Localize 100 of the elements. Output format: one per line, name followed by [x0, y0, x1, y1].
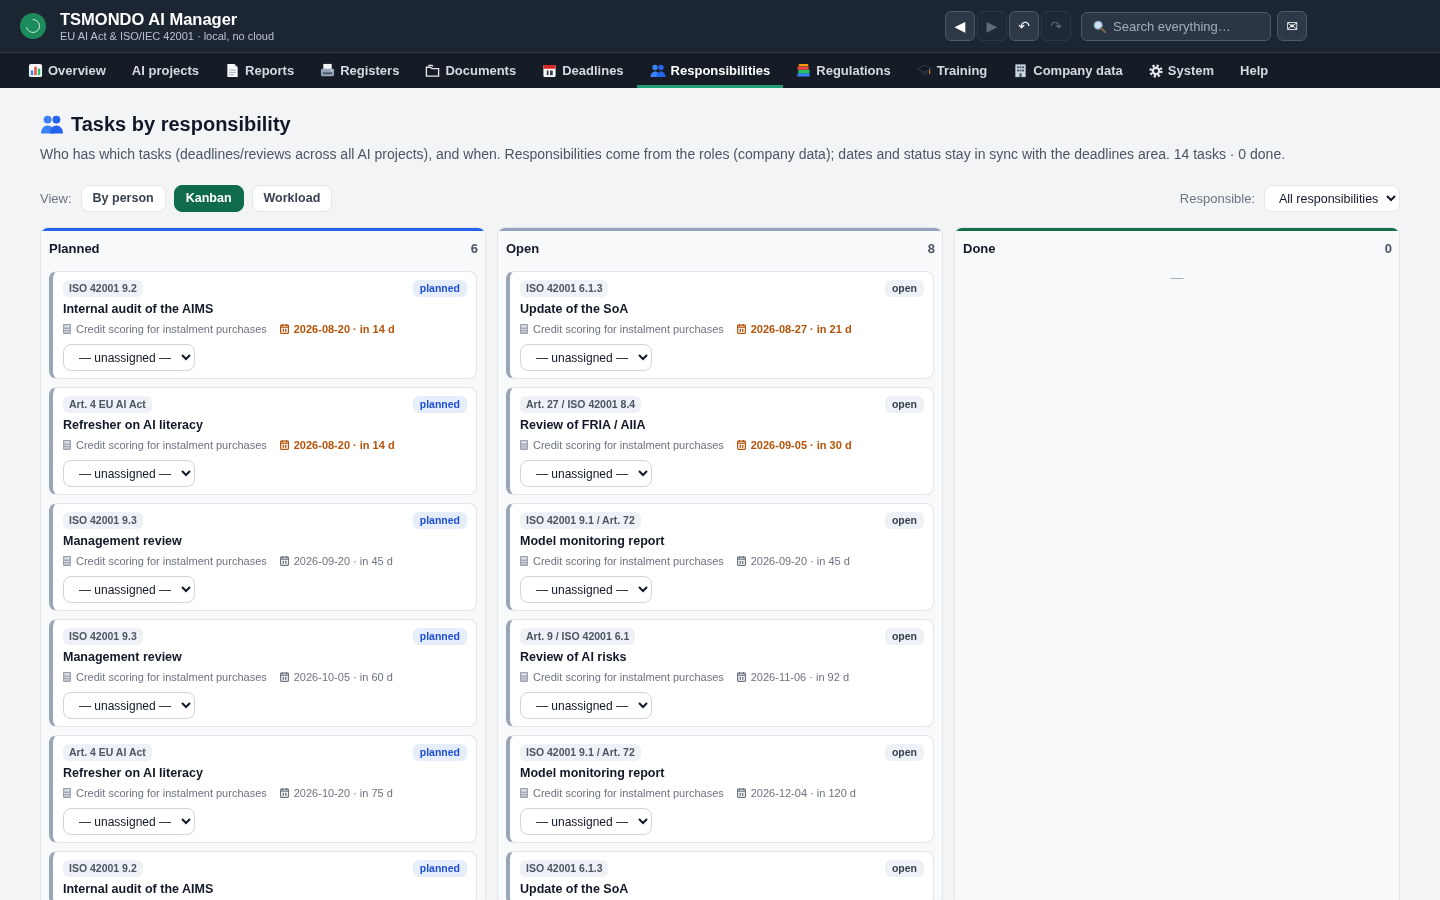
graduation-cap-icon: [916, 63, 932, 78]
responsible-select[interactable]: All responsibilities: [1264, 185, 1400, 212]
back-button[interactable]: ◀: [945, 11, 975, 41]
nav-tab[interactable]: Deadlines: [529, 53, 637, 88]
calculator-icon: [520, 324, 528, 334]
task-title: Model monitoring report: [520, 534, 666, 549]
reference-tag: ISO 42001 6.1.3: [520, 860, 609, 877]
printer-icon: [320, 63, 336, 78]
assignee-select[interactable]: — unassigned —: [520, 692, 652, 719]
empty-column-text: —: [1170, 270, 1184, 286]
assignee-select[interactable]: — unassigned —: [63, 692, 195, 719]
document-icon: [225, 63, 240, 78]
nav-tab[interactable]: Documents: [412, 53, 530, 88]
calculator-icon: [520, 440, 528, 450]
task-title: Update of the SoA: [520, 302, 630, 317]
project-name: Credit scoring for instalment purchases: [533, 786, 724, 800]
task-card[interactable]: Art. 9 / ISO 42001 6.1 open Review of AI risks Credit scoring for instalment purchases 2026-11-06 · in 92 d — unassigned —: [506, 619, 934, 727]
reference-tag: ISO 42001 9.3: [63, 512, 143, 529]
status-badge: planned: [412, 628, 467, 645]
calendar-icon: [279, 556, 289, 566]
assignee-select[interactable]: — unassigned —: [63, 808, 195, 835]
due-date: 2026-11-06 · in 92 d: [750, 670, 849, 684]
task-title: Management review: [63, 650, 183, 665]
task-card[interactable]: Art. 4 EU AI Act planned Refresher on AI literacy Credit scoring for instalment purchases 2026-08-20 · in 14 d — unassigned —: [49, 387, 477, 495]
search-field[interactable]: Search everything…: [1081, 11, 1271, 41]
task-card[interactable]: ISO 42001 9.2 planned Internal audit of the AIMS: [49, 851, 477, 900]
nav-tab[interactable]: Reports: [212, 53, 308, 88]
calculator-icon: [63, 324, 71, 334]
status-badge: planned: [412, 512, 467, 529]
view-toggle-button[interactable]: By person: [80, 185, 166, 212]
status-badge: planned: [412, 744, 467, 761]
nav-tab[interactable]: AI projects: [118, 53, 212, 88]
nav-tab[interactable]: Registers: [307, 53, 413, 88]
due-date: 2026-09-05 · in 30 d: [750, 438, 852, 452]
due-date: 2026-09-20 · in 45 d: [750, 554, 850, 568]
task-card[interactable]: ISO 42001 9.3 planned Management review Credit scoring for instalment purchases 2026-09-20 · in 45 d — unassigned —: [49, 503, 477, 611]
column-title: Planned: [49, 241, 100, 257]
calendar-icon: [279, 672, 289, 682]
assignee-select[interactable]: — unassigned —: [520, 576, 652, 603]
nav-tab[interactable]: System: [1135, 53, 1228, 88]
mail-button[interactable]: ✉: [1277, 11, 1307, 41]
calendar-icon: [736, 788, 746, 798]
nav-tab[interactable]: Help: [1227, 53, 1282, 88]
task-title: Management review: [63, 534, 183, 549]
logo-icon: [20, 13, 46, 39]
task-title: Refresher on AI literacy: [63, 766, 204, 781]
project-name: Credit scoring for instalment purchases: [76, 322, 267, 336]
status-badge: open: [884, 628, 924, 645]
app-title: TSMONDO AI Manager: [60, 9, 239, 29]
people-icon: [649, 63, 666, 78]
undo-button[interactable]: ↶: [1009, 11, 1039, 41]
status-badge: open: [884, 280, 924, 297]
task-card[interactable]: ISO 42001 9.1 / Art. 72 open Model monitoring report Credit scoring for instalment purchases 2026-09-20 · in 45 d — unassigned —: [506, 503, 934, 611]
project-name: Credit scoring for instalment purchases: [533, 322, 724, 336]
task-card[interactable]: ISO 42001 9.2 planned Internal audit of the AIMS Credit scoring for instalment purchases 2026-08-20 · in 14 d — unassigned —: [49, 271, 477, 379]
assignee-select[interactable]: — unassigned —: [63, 344, 195, 371]
nav-tab[interactable]: Responsibilities: [636, 53, 784, 88]
task-card[interactable]: Art. 4 EU AI Act planned Refresher on AI literacy Credit scoring for instalment purchases 2026-10-20 · in 75 d — unassigned —: [49, 735, 477, 843]
app-subtitle: EU AI Act & ISO/IEC 42001 · local, no cloud: [60, 29, 274, 43]
status-badge: planned: [412, 396, 467, 413]
reference-tag: ISO 42001 9.1 / Art. 72: [520, 744, 641, 761]
calendar-icon: [736, 556, 746, 566]
view-toggle-button[interactable]: Workload: [251, 185, 333, 212]
responsible-label: Responsible:: [1179, 189, 1255, 208]
view-toggle-button[interactable]: Kanban: [173, 185, 244, 212]
task-card[interactable]: ISO 42001 6.1.3 open Update of the SoA: [506, 851, 934, 900]
calculator-icon: [520, 788, 528, 798]
calendar-icon: [279, 788, 289, 798]
gear-icon: [1148, 63, 1163, 78]
calendar-icon: [736, 324, 746, 334]
task-card[interactable]: Art. 27 / ISO 42001 8.4 open Review of FRIA / AIIA Credit scoring for instalment purchases 2026-09-05 · in 30 d — unassigned —: [506, 387, 934, 495]
task-card[interactable]: ISO 42001 9.3 planned Management review Credit scoring for instalment purchases 2026-10-05 · in 60 d — unassigned —: [49, 619, 477, 727]
due-date: 2026-08-27 · in 21 d: [750, 322, 852, 336]
task-title: Update of the SoA: [520, 882, 630, 897]
calculator-icon: [63, 672, 71, 682]
project-name: Credit scoring for instalment purchases: [533, 670, 724, 684]
calendar-icon: [736, 440, 746, 450]
nav-tab[interactable]: Regulations: [783, 53, 904, 88]
nav-tab[interactable]: Training: [903, 53, 1001, 88]
due-date: 2026-08-20 · in 14 d: [293, 322, 395, 336]
column-count: 0: [1384, 241, 1392, 257]
calculator-icon: [63, 440, 71, 450]
reference-tag: ISO 42001 9.2: [63, 280, 143, 297]
status-badge: open: [884, 860, 924, 877]
building-icon: [1013, 63, 1029, 78]
reference-tag: ISO 42001 9.2: [63, 860, 143, 877]
assignee-select[interactable]: — unassigned —: [63, 460, 195, 487]
assignee-select[interactable]: — unassigned —: [63, 576, 195, 603]
task-card[interactable]: ISO 42001 6.1.3 open Update of the SoA Credit scoring for instalment purchases 2026-08-27 · in 21 d — unassigned —: [506, 271, 934, 379]
reference-tag: ISO 42001 6.1.3: [520, 280, 609, 297]
assignee-select[interactable]: — unassigned —: [520, 460, 652, 487]
status-badge: open: [884, 512, 924, 529]
assignee-select[interactable]: — unassigned —: [520, 808, 652, 835]
task-title: Internal audit of the AIMS: [63, 882, 215, 897]
nav-tab[interactable]: Overview: [15, 53, 119, 88]
assignee-select[interactable]: — unassigned —: [520, 344, 652, 371]
calculator-icon: [63, 788, 71, 798]
task-card[interactable]: ISO 42001 9.1 / Art. 72 open Model monitoring report Credit scoring for instalment purchases 2026-12-04 · in 120 d — unassigned —: [506, 735, 934, 843]
due-date: 2026-10-20 · in 75 d: [293, 786, 393, 800]
nav-tab[interactable]: Company data: [1000, 53, 1136, 88]
